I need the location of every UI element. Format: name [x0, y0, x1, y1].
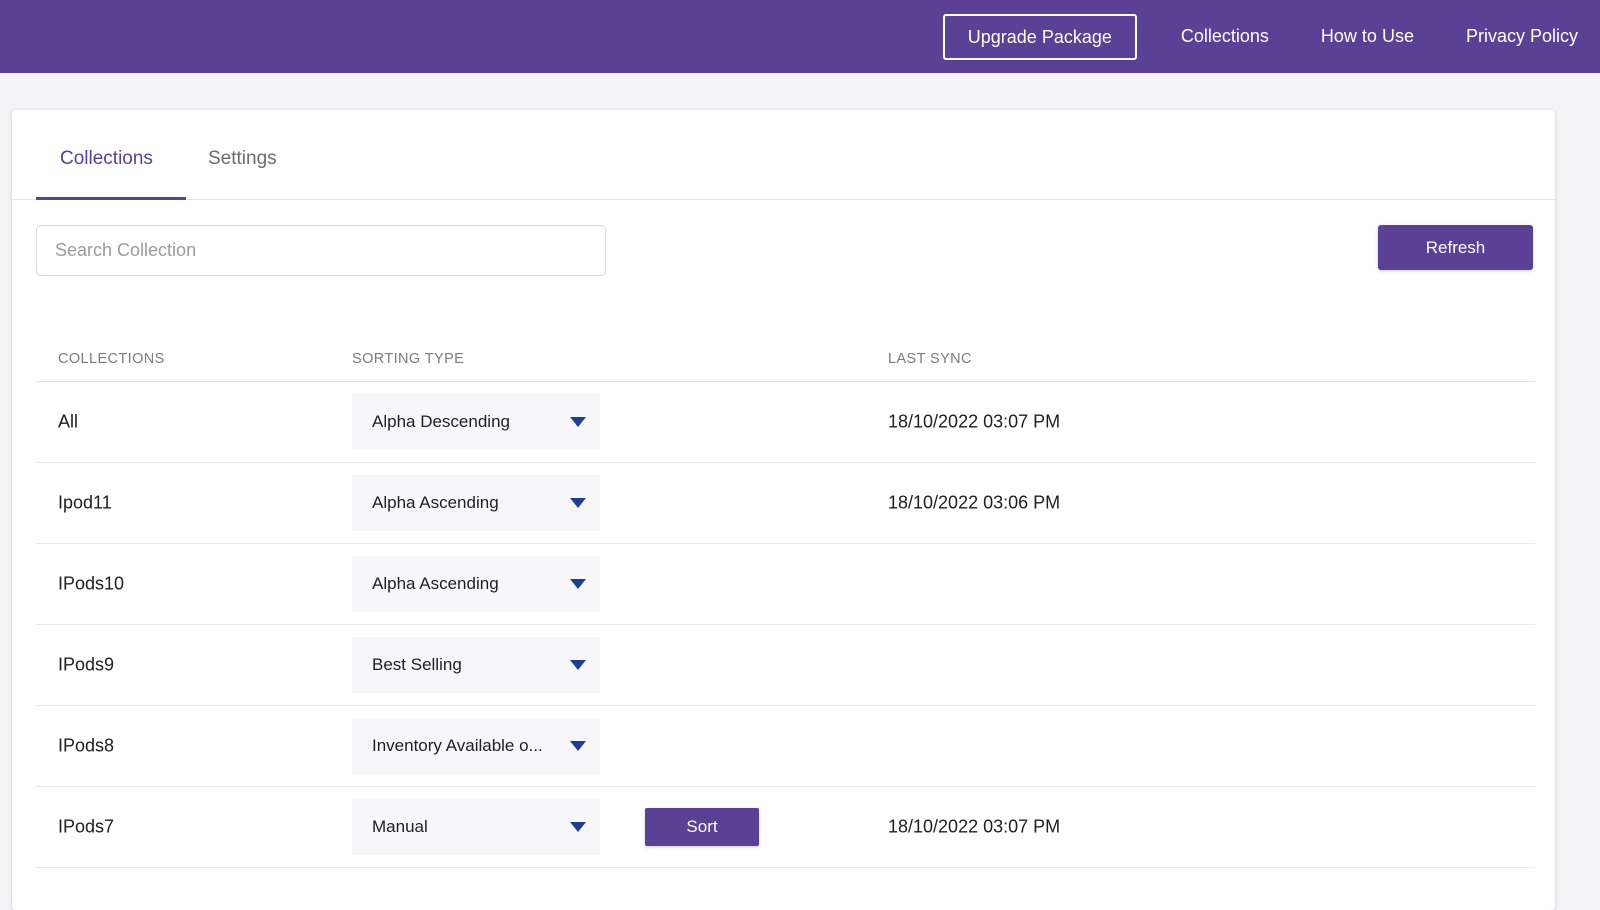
search-input[interactable]: [36, 225, 606, 276]
sorting-type-value: Manual: [372, 817, 562, 837]
sorting-type-value: Alpha Ascending: [372, 574, 562, 594]
collection-name: Ipod11: [58, 493, 112, 514]
collection-name: IPods8: [58, 736, 114, 757]
table-row: IPods9 Best Selling: [36, 625, 1535, 706]
column-header-last-sync: LAST SYNC: [888, 351, 972, 367]
collections-table: COLLECTIONS SORTING TYPE LAST SYNC AllAl…: [36, 335, 1535, 868]
column-header-collections: COLLECTIONS: [58, 351, 165, 367]
last-sync-timestamp: 18/10/2022 03:06 PM: [888, 493, 1060, 514]
top-navigation-bar: Upgrade Package Collections How to Use P…: [0, 0, 1600, 73]
collection-name: All: [58, 412, 78, 433]
table-row: IPods7 Manual Sort 18/10/2022 03:07 PM: [36, 787, 1535, 868]
nav-link-privacy-policy[interactable]: Privacy Policy: [1466, 26, 1578, 47]
column-header-sorting-type: SORTING TYPE: [352, 351, 464, 367]
table-row: All Alpha Descending 18/10/2022 03:07 PM: [36, 382, 1535, 463]
tab-collections[interactable]: Collections: [60, 148, 153, 170]
chevron-down-icon: [570, 417, 586, 427]
table-body: All Alpha Descending 18/10/2022 03:07 PM Ip…: [36, 382, 1535, 868]
sorting-type-select[interactable]: Best Selling: [352, 637, 600, 693]
nav-link-collections[interactable]: Collections: [1181, 26, 1269, 47]
sorting-type-select[interactable]: Manual: [352, 799, 600, 855]
table-header-row: COLLECTIONS SORTING TYPE LAST SYNC: [36, 335, 1535, 382]
collection-name: IPods10: [58, 574, 124, 595]
table-row: IPods8 Inventory Available o...: [36, 706, 1535, 787]
last-sync-timestamp: 18/10/2022 03:07 PM: [888, 412, 1060, 433]
sorting-type-value: Alpha Ascending: [372, 493, 562, 513]
collection-name: IPods9: [58, 655, 114, 676]
sorting-type-value: Inventory Available o...: [372, 736, 562, 756]
sorting-type-select[interactable]: Alpha Descending: [352, 394, 600, 450]
refresh-button[interactable]: Refresh: [1378, 225, 1533, 270]
sort-button[interactable]: Sort: [645, 808, 759, 846]
collections-card: Collections Settings Refresh COLLECTIONS…: [12, 110, 1555, 910]
sorting-type-select[interactable]: Alpha Ascending: [352, 475, 600, 531]
table-row: IPods10 Alpha Ascending: [36, 544, 1535, 625]
active-tab-indicator: [36, 197, 186, 200]
chevron-down-icon: [570, 498, 586, 508]
collection-name: IPods7: [58, 817, 114, 838]
last-sync-timestamp: 18/10/2022 03:07 PM: [888, 817, 1060, 838]
chevron-down-icon: [570, 660, 586, 670]
table-row: Ipod11 Alpha Ascending 18/10/2022 03:06 PM: [36, 463, 1535, 544]
sorting-type-value: Best Selling: [372, 655, 562, 675]
sorting-type-value: Alpha Descending: [372, 412, 562, 432]
tab-settings[interactable]: Settings: [208, 148, 277, 170]
chevron-down-icon: [570, 822, 586, 832]
sorting-type-select[interactable]: Inventory Available o...: [352, 718, 600, 774]
nav-link-how-to-use[interactable]: How to Use: [1321, 26, 1414, 47]
chevron-down-icon: [570, 579, 586, 589]
upgrade-package-button[interactable]: Upgrade Package: [943, 14, 1137, 60]
sorting-type-select[interactable]: Alpha Ascending: [352, 556, 600, 612]
chevron-down-icon: [570, 741, 586, 751]
tab-bar: Collections Settings: [12, 110, 1555, 200]
